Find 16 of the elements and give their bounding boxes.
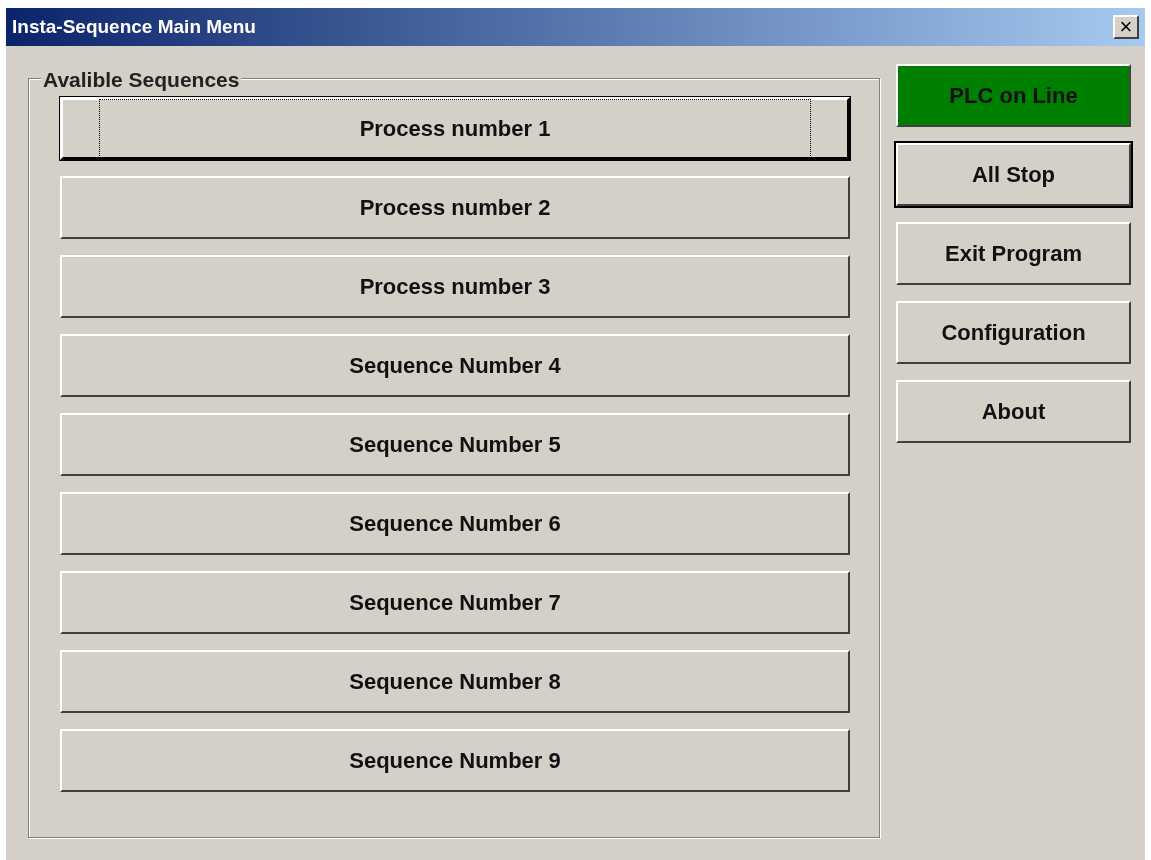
sequence-button[interactable]: Sequence Number 7 — [60, 571, 850, 634]
command-button[interactable]: About — [896, 380, 1131, 443]
plc-status-indicator: PLC on Line — [896, 64, 1131, 127]
window-title: Insta-Sequence Main Menu — [12, 14, 256, 39]
close-button[interactable]: × — [1113, 15, 1139, 39]
command-button[interactable]: Exit Program — [896, 222, 1131, 285]
sequence-button[interactable]: Sequence Number 9 — [60, 729, 850, 792]
sequence-button[interactable]: Process number 1 — [60, 97, 850, 160]
sequence-button[interactable]: Sequence Number 8 — [60, 650, 850, 713]
sequence-button[interactable]: Sequence Number 4 — [60, 334, 850, 397]
sequence-button[interactable]: Process number 2 — [60, 176, 850, 239]
command-button[interactable]: All Stop — [896, 143, 1131, 206]
sequence-button[interactable]: Sequence Number 5 — [60, 413, 850, 476]
sequence-button[interactable]: Sequence Number 6 — [60, 492, 850, 555]
sequence-button[interactable]: Process number 3 — [60, 255, 850, 318]
command-button[interactable]: Configuration — [896, 301, 1131, 364]
